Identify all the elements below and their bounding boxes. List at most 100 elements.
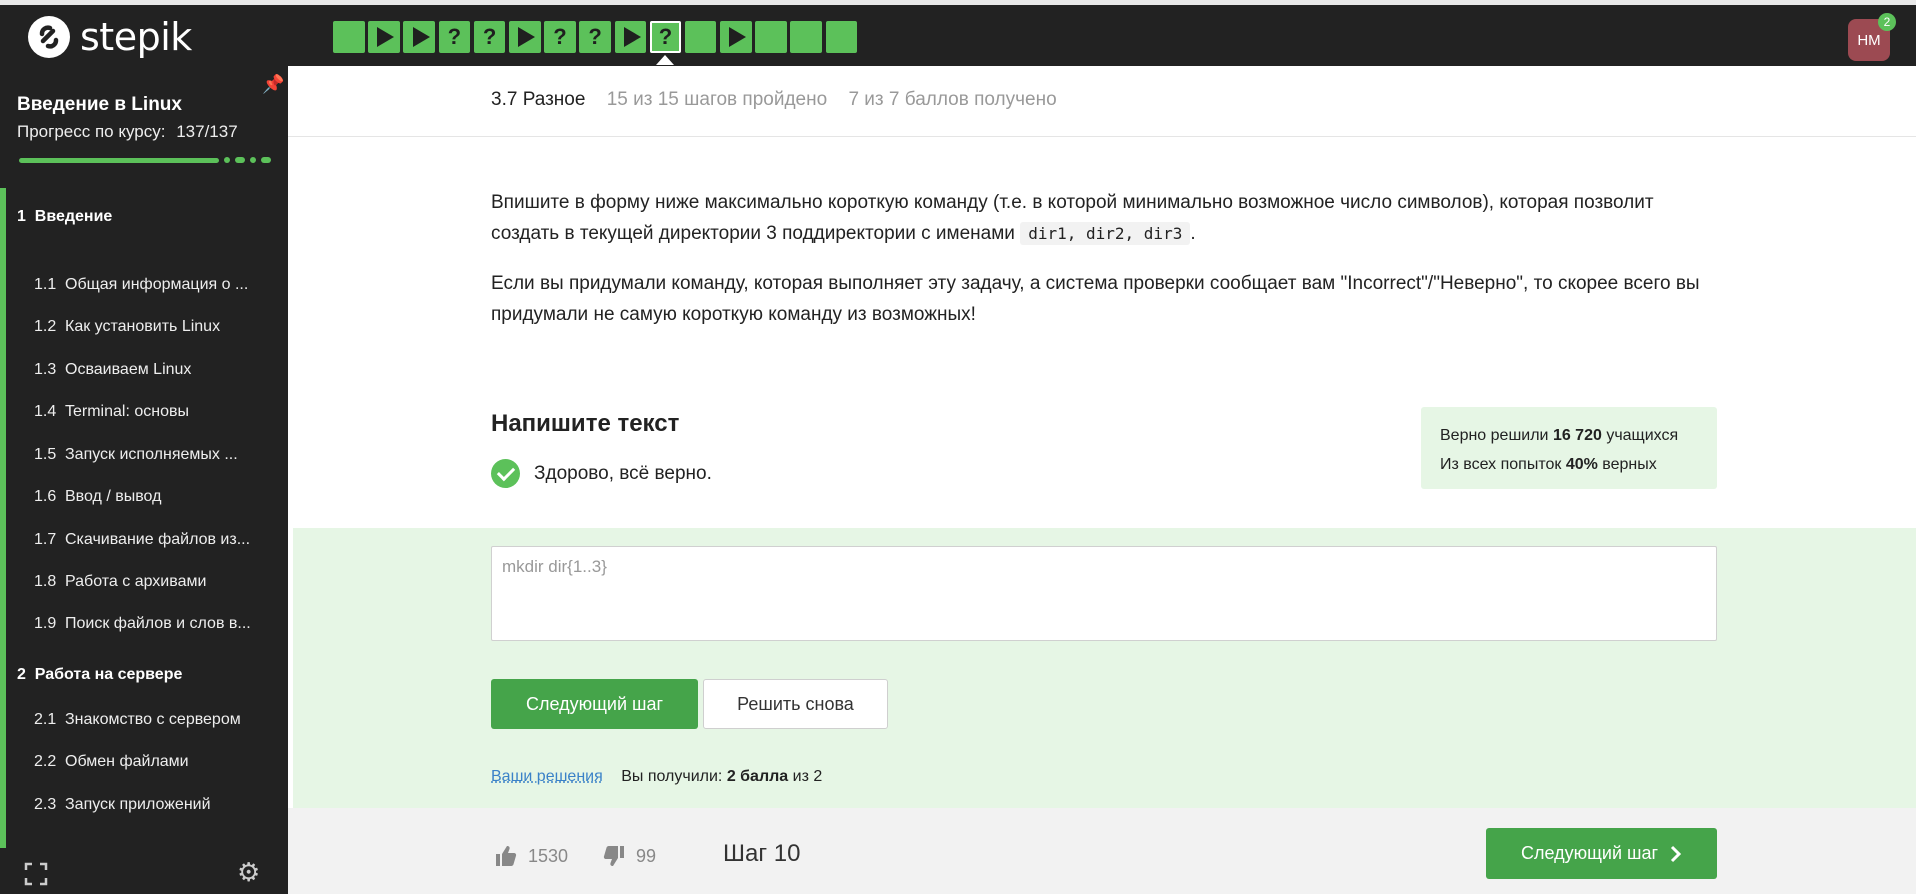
header-divider: [288, 136, 1916, 137]
thumbs-down-icon: [603, 846, 624, 866]
step-12-video[interactable]: [720, 21, 752, 53]
thumbs-up-icon: [496, 846, 517, 866]
lesson-title: Знакомство с сервером: [65, 711, 241, 728]
step-3-video[interactable]: [403, 21, 435, 53]
paragraph-1: Впишите в форму ниже максимально коротку…: [491, 187, 1721, 249]
like-count: 1530: [528, 845, 569, 866]
main-content: 3.7 Разное 15 из 15 шагов пройдено 7 из …: [288, 66, 1916, 894]
toc-section-2[interactable]: 2 Работа на сервере: [17, 666, 182, 684]
step-navigation: ?????: [333, 21, 858, 65]
toc-lesson-1-2[interactable]: 1.2 Как установить Linux: [34, 318, 220, 336]
footer-next-step-button[interactable]: Следующий шаг: [1486, 828, 1717, 879]
question-icon: ?: [447, 24, 462, 49]
toc-lesson-2-2[interactable]: 2.2 Обмен файлами: [34, 753, 189, 771]
footer-next-label: Следующий шаг: [1520, 843, 1659, 863]
notification-badge: 2: [1878, 13, 1896, 31]
toc-lesson-1-7[interactable]: 1.7 Скачивание файлов из...: [34, 531, 250, 549]
solve-again-button[interactable]: Решить снова: [703, 679, 888, 729]
lesson-title: Как установить Linux: [65, 318, 221, 335]
toc-lesson-1-5[interactable]: 1.5 Запуск исполняемых ...: [34, 446, 238, 464]
lesson-number: 1.4: [34, 403, 57, 420]
step-1-done[interactable]: [333, 21, 365, 53]
step-8-quiz[interactable]: ?: [579, 21, 611, 53]
course-sidebar: 📌 Введение в Linux Прогресс по курсу: 13…: [0, 66, 288, 894]
step-10-quiz[interactable]: ?: [649, 21, 682, 65]
like-button[interactable]: 1530: [494, 844, 568, 868]
toc-lesson-2-3[interactable]: 2.3 Запуск приложений: [34, 796, 211, 814]
toc-lesson-1-1[interactable]: 1.1 Общая информация о ...: [34, 276, 248, 294]
top-bar: stepik ????? НМ 2: [0, 0, 1916, 66]
step-footer: 1530 99 Шаг 10 Следующий шаг: [288, 808, 1916, 894]
question-icon: ?: [658, 24, 673, 49]
section-title: Введение: [34, 208, 113, 225]
lesson-title: 3.7 Разное: [491, 89, 586, 110]
play-icon: [518, 27, 536, 47]
toc-lesson-1-4[interactable]: 1.4 Terminal: основы: [34, 403, 189, 421]
answer-textarea[interactable]: mkdir dir{1..3}: [491, 546, 1717, 641]
dislike-count: 99: [636, 845, 657, 866]
toc-lesson-1-8[interactable]: 1.8 Работа с архивами: [34, 573, 206, 591]
lesson-number: 2.3: [34, 796, 57, 813]
checkmark-icon: [491, 459, 520, 488]
lesson-number: 1.9: [34, 615, 57, 632]
next-step-button[interactable]: Следующий шаг: [491, 679, 698, 729]
section-number: 2: [17, 666, 26, 683]
toc-section-1[interactable]: 1 Введение: [17, 208, 112, 226]
step-6-video[interactable]: [508, 21, 541, 53]
toc-accent-bar: [0, 188, 6, 848]
lesson-title: Запуск приложений: [65, 796, 211, 813]
toc-lesson-1-3[interactable]: 1.3 Осваиваем Linux: [34, 361, 191, 379]
lesson-title: Поиск файлов и слов в...: [65, 615, 251, 632]
step-4-quiz[interactable]: ?: [438, 21, 471, 53]
step-11-done[interactable]: [684, 21, 717, 53]
correct-text: Здорово, всё верно.: [534, 462, 712, 484]
stepik-logo[interactable]: stepik: [28, 15, 192, 59]
lesson-title: Работа с архивами: [65, 573, 207, 590]
inline-code: dir1, dir2, dir3: [1020, 222, 1191, 245]
step-15-done[interactable]: [825, 21, 858, 53]
settings-gear-icon[interactable]: ⚙: [237, 857, 260, 888]
your-solutions-link[interactable]: Ваши решения: [491, 768, 603, 785]
pin-icon[interactable]: 📌: [262, 74, 284, 95]
question-icon: ?: [553, 24, 567, 49]
lesson-header: 3.7 Разное 15 из 15 шагов пройдено 7 из …: [491, 89, 1073, 111]
section-title: Работа на сервере: [34, 666, 183, 683]
question-icon: ?: [482, 24, 497, 49]
lesson-number: 1.2: [34, 318, 57, 335]
lesson-title: Terminal: основы: [65, 403, 189, 420]
fullscreen-icon[interactable]: [24, 862, 48, 886]
step-13-done[interactable]: [755, 21, 787, 53]
play-icon: [623, 27, 641, 47]
step-14-done[interactable]: [790, 21, 823, 53]
dislike-button[interactable]: 99: [602, 844, 656, 868]
step-5-quiz[interactable]: ?: [473, 21, 506, 53]
lesson-number: 1.3: [34, 361, 57, 378]
lesson-title: Ввод / вывод: [65, 488, 162, 505]
points-received: 7 из 7 баллов получено: [848, 89, 1057, 110]
play-icon: [729, 27, 747, 47]
step-7-quiz[interactable]: ?: [544, 21, 576, 53]
course-title[interactable]: Введение в Linux: [17, 94, 182, 116]
lesson-number: 1.7: [34, 531, 57, 548]
solve-stats: Верно решили 16 720 учащихся Из всех поп…: [1421, 407, 1717, 489]
question-icon: ?: [588, 24, 602, 49]
play-icon: [412, 27, 430, 47]
user-avatar[interactable]: НМ 2: [1848, 13, 1896, 61]
lesson-number: 2.1: [34, 711, 57, 728]
lesson-number: 1.6: [34, 488, 57, 505]
step-9-video[interactable]: [614, 21, 647, 53]
lesson-title: Обмен файлами: [65, 753, 189, 770]
chevron-right-icon: [1670, 845, 1682, 862]
play-icon: [377, 27, 395, 47]
step-2-video[interactable]: [368, 21, 400, 53]
toc-lesson-1-9[interactable]: 1.9 Поиск файлов и слов в...: [34, 615, 251, 633]
progress-bar-dots: [224, 157, 271, 163]
toc-lesson-1-6[interactable]: 1.6 Ввод / вывод: [34, 488, 161, 506]
stats-solved: Верно решили 16 720 учащихся: [1440, 427, 1679, 444]
toc-lesson-2-1[interactable]: 2.1 Знакомство с сервером: [34, 711, 241, 729]
logo-text: stepik: [80, 15, 192, 59]
course-progress: Прогресс по курсу: 137/137: [17, 122, 238, 142]
steps-passed: 15 из 15 шагов пройдено: [606, 89, 828, 110]
lesson-title: Общая информация о ...: [65, 276, 249, 293]
lesson-title: Осваиваем Linux: [65, 361, 192, 378]
